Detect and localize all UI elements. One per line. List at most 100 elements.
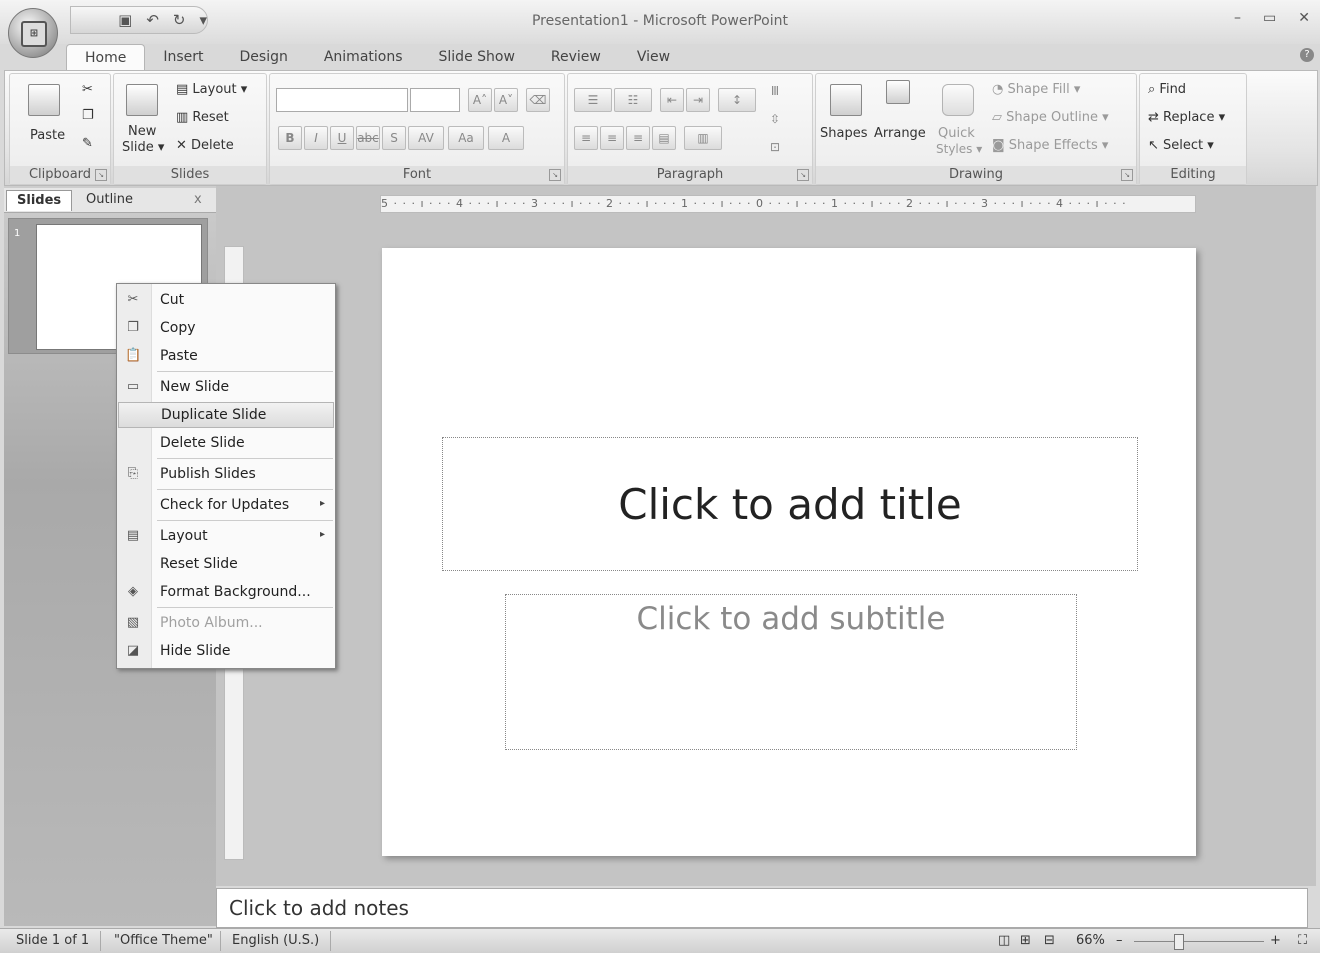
minimize-button[interactable]: – <box>1234 10 1241 26</box>
numbering-icon[interactable]: ☷ <box>614 88 652 112</box>
tab-outline[interactable]: Outline <box>76 190 143 210</box>
tab-insert[interactable]: Insert <box>145 44 221 70</box>
menu-item-duplicate-slide[interactable]: Duplicate Slide <box>118 402 334 428</box>
zoom-in-button[interactable]: + <box>1270 933 1281 948</box>
layout-button[interactable]: ▤ Layout ▾ <box>176 82 247 97</box>
italic-button[interactable]: I <box>304 126 328 150</box>
drawing-launcher-icon[interactable]: ↘ <box>1121 169 1133 181</box>
shape-effects-button[interactable]: ◙ Shape Effects ▾ <box>992 138 1108 153</box>
tab-animations[interactable]: Animations <box>306 44 421 70</box>
line-spacing-icon[interactable]: ↕ <box>718 88 756 112</box>
copy-icon[interactable]: ❐ <box>82 108 94 123</box>
zoom-level[interactable]: 66% <box>1076 933 1105 948</box>
format-painter-icon[interactable]: ✎ <box>82 136 93 151</box>
office-button[interactable]: ⊞ <box>8 8 58 58</box>
quick-styles-dropdown[interactable]: Styles ▾ <box>936 142 982 156</box>
slide-sorter-icon[interactable]: ⊞ <box>1020 933 1031 948</box>
new-slide-icon[interactable] <box>126 84 158 116</box>
arrange-icon[interactable] <box>886 80 910 104</box>
change-case-button[interactable]: Aa <box>448 126 484 150</box>
menu-item-cut[interactable]: ✂ Cut <box>117 288 335 312</box>
quick-styles-icon[interactable] <box>942 84 974 116</box>
underline-button[interactable]: U <box>330 126 354 150</box>
tab-home[interactable]: Home <box>66 44 146 71</box>
delete-button[interactable]: ✕ Delete <box>176 138 234 153</box>
font-size-field[interactable] <box>410 88 460 112</box>
new-slide-dropdown[interactable]: Slide ▾ <box>122 140 164 155</box>
window-controls: – ▭ ✕ <box>1234 10 1310 26</box>
editing-label: Editing <box>1140 166 1246 184</box>
menu-item-publish-slides[interactable]: ⎘ Publish Slides <box>117 462 335 486</box>
char-spacing-button[interactable]: AV <box>408 126 444 150</box>
tab-slides[interactable]: Slides <box>6 190 73 211</box>
normal-view-icon[interactable]: ◫ <box>998 933 1010 948</box>
font-color-button[interactable]: A <box>488 126 524 150</box>
find-button[interactable]: ⌕ Find <box>1148 82 1186 97</box>
shapes-icon[interactable] <box>830 84 862 116</box>
shrink-font-button[interactable]: A˅ <box>494 88 518 112</box>
align-left-icon[interactable]: ≡ <box>574 126 598 150</box>
subtitle-placeholder[interactable]: Click to add subtitle <box>505 594 1077 750</box>
menu-item-hide-slide[interactable]: ◪ Hide Slide <box>117 639 335 663</box>
menu-item-layout[interactable]: ▤ Layout ▸ <box>117 524 335 548</box>
clear-format-icon[interactable]: ⌫ <box>526 88 550 112</box>
menu-item-reset-slide[interactable]: Reset Slide <box>117 552 335 576</box>
bullets-icon[interactable]: ☰ <box>574 88 612 112</box>
align-text-icon[interactable]: ⇳ <box>764 108 786 130</box>
bold-button[interactable]: B <box>278 126 302 150</box>
font-launcher-icon[interactable]: ↘ <box>549 169 561 181</box>
decrease-indent-icon[interactable]: ⇤ <box>660 88 684 112</box>
justify-icon[interactable]: ▤ <box>652 126 676 150</box>
paste-icon[interactable] <box>28 84 60 116</box>
fit-to-window-icon[interactable]: ⛶ <box>1298 933 1307 948</box>
photo-album-icon: ▧ <box>126 615 140 630</box>
menu-item-delete-slide[interactable]: Delete Slide <box>117 431 335 455</box>
layout-icon: ▤ <box>126 528 140 543</box>
increase-indent-icon[interactable]: ⇥ <box>686 88 710 112</box>
reset-button[interactable]: ▥ Reset <box>176 110 229 125</box>
hide-slide-icon: ◪ <box>126 643 140 658</box>
close-button[interactable]: ✕ <box>1298 10 1310 26</box>
replace-button[interactable]: ⇄ Replace ▾ <box>1148 110 1225 125</box>
pane-close-button[interactable]: x <box>184 190 212 210</box>
strikethrough-button[interactable]: abc <box>356 126 380 150</box>
tab-design[interactable]: Design <box>222 44 306 70</box>
menu-item-paste[interactable]: 📋 Paste <box>117 344 335 368</box>
editing-group: ⌕ Find ⇄ Replace ▾ ↖ Select ▾ Editing <box>1139 73 1247 185</box>
shape-fill-button[interactable]: ◔ Shape Fill ▾ <box>992 82 1080 97</box>
cut-icon[interactable]: ✂ <box>82 82 93 97</box>
shape-outline-button[interactable]: ▱ Shape Outline ▾ <box>992 110 1109 125</box>
text-direction-icon[interactable]: Ⅲ <box>764 80 786 102</box>
tab-slide-show[interactable]: Slide Show <box>421 44 533 70</box>
zoom-slider-thumb[interactable] <box>1174 934 1184 950</box>
quick-styles-button[interactable]: Quick <box>938 126 975 141</box>
slideshow-icon[interactable]: ⊟ <box>1044 933 1055 948</box>
arrange-button[interactable]: Arrange <box>874 126 926 141</box>
tab-view[interactable]: View <box>619 44 688 70</box>
new-slide-button[interactable]: New <box>128 124 156 139</box>
shadow-button[interactable]: S <box>382 126 406 150</box>
font-name-field[interactable] <box>276 88 408 112</box>
maximize-button[interactable]: ▭ <box>1263 10 1276 26</box>
clipboard-launcher-icon[interactable]: ↘ <box>95 169 107 181</box>
select-button[interactable]: ↖ Select ▾ <box>1148 138 1214 153</box>
shapes-button[interactable]: Shapes <box>820 126 867 141</box>
zoom-slider[interactable] <box>1134 941 1264 942</box>
zoom-out-button[interactable]: – <box>1116 933 1123 948</box>
columns-icon[interactable]: ▥ <box>684 126 722 150</box>
tab-review[interactable]: Review <box>533 44 619 70</box>
paste-button[interactable]: Paste <box>30 128 65 143</box>
menu-item-new-slide[interactable]: ▭ New Slide <box>117 375 335 399</box>
menu-item-check-for-updates[interactable]: Check for Updates ▸ <box>117 493 335 517</box>
help-icon[interactable]: ? <box>1300 48 1314 62</box>
menu-item-copy[interactable]: ❐ Copy <box>117 316 335 340</box>
menu-item-format-background[interactable]: ◈ Format Background... <box>117 580 335 604</box>
align-right-icon[interactable]: ≡ <box>626 126 650 150</box>
grow-font-button[interactable]: A˄ <box>468 88 492 112</box>
align-center-icon[interactable]: ≡ <box>600 126 624 150</box>
title-placeholder[interactable]: Click to add title <box>442 437 1138 571</box>
paragraph-launcher-icon[interactable]: ↘ <box>797 169 809 181</box>
smartart-icon[interactable]: ⊡ <box>764 136 786 158</box>
notes-pane[interactable]: Click to add notes <box>216 888 1308 928</box>
language[interactable]: English (U.S.) <box>232 933 319 948</box>
